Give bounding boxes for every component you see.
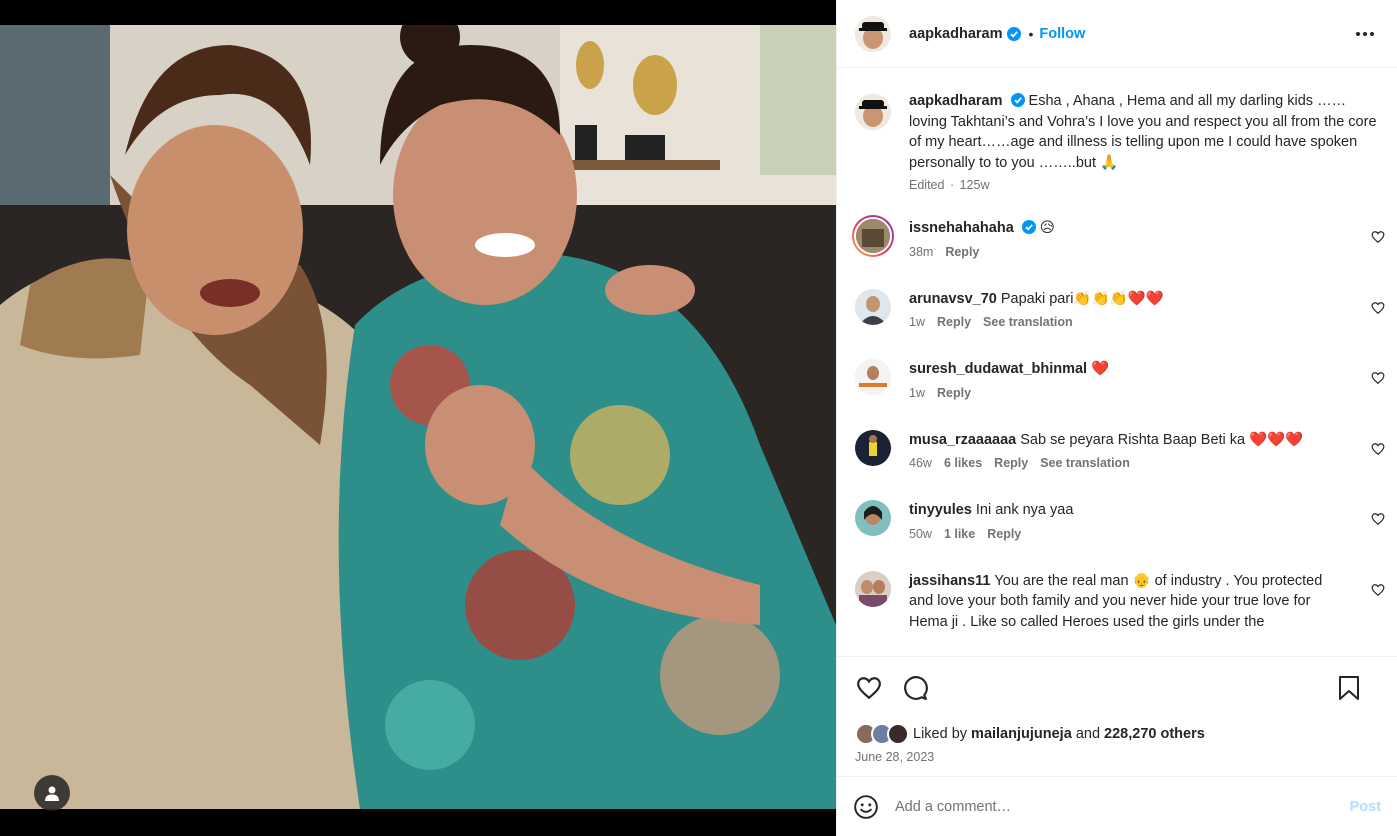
author-avatar[interactable] [855, 15, 891, 52]
post-actions [837, 656, 1397, 718]
header-separator: • [1028, 25, 1034, 42]
author-username[interactable]: aapkadharam [909, 26, 1003, 42]
more-options-icon[interactable] [1353, 22, 1377, 46]
caption-username[interactable]: aapkadharam [909, 93, 1003, 109]
comment-avatar[interactable] [852, 215, 894, 257]
post-media [0, 0, 836, 836]
heart-icon[interactable] [855, 674, 883, 702]
comment-time[interactable]: 50w [909, 527, 932, 541]
comment-avatar[interactable] [855, 288, 891, 325]
comment-text: ❤️ [1091, 361, 1110, 377]
post-comment-button[interactable]: Post [1350, 799, 1381, 815]
reply-button[interactable]: Reply [945, 245, 979, 259]
comment-time[interactable]: 1w [909, 386, 925, 400]
comment-text: Ini ank nya yaa [975, 502, 1074, 518]
comment-username[interactable]: arunavsv_70 [909, 291, 997, 307]
comment-username[interactable]: issnehahahaha [909, 220, 1014, 236]
follow-button[interactable]: Follow [1039, 26, 1085, 42]
post-date[interactable]: June 28, 2023 [837, 750, 1397, 776]
see-translation-button[interactable]: See translation [983, 315, 1073, 329]
reply-button[interactable]: Reply [937, 315, 971, 329]
liker-avatar [887, 723, 909, 745]
comment-username[interactable]: jassihans11 [909, 573, 990, 589]
comment-time[interactable]: 38m [909, 245, 933, 259]
user-tag-icon [45, 786, 59, 801]
bookmark-icon[interactable] [1335, 674, 1363, 702]
reply-button[interactable]: Reply [987, 527, 1021, 541]
caption-avatar[interactable] [855, 94, 891, 130]
comment: musa_rzaaaaaa Sab se peyara Rishta Baap B… [855, 429, 1385, 470]
comment-text: Sab se peyara Rishta Baap Beti ka ❤️❤️❤️ [1020, 431, 1304, 448]
verified-badge-icon [1010, 93, 1025, 107]
comment: arunavsv_70 Papaki pari👏👏👏❤️❤️ 1w Reply See… [855, 288, 1385, 329]
instagram-post-modal: aapkadharam • Follow aapkadharam Esha , … [0, 0, 1397, 836]
comment-avatar[interactable] [855, 570, 891, 607]
liker-avatars[interactable] [855, 723, 909, 745]
comment-time[interactable]: 1w [909, 315, 925, 329]
comment-username[interactable]: musa_rzaaaaaa [909, 432, 1016, 448]
comment: suresh_dudawat_bhinmal ❤️ 1w Reply [855, 359, 1385, 400]
comment-like-heart-icon[interactable] [1371, 301, 1385, 315]
caption-time[interactable]: 125w [960, 178, 990, 192]
comment-like-heart-icon[interactable] [1371, 442, 1385, 456]
liked-by-prefix: Liked by [913, 726, 968, 742]
caption: aapkadharam Esha , Ahana , Hema and all … [855, 93, 1379, 192]
liked-by-user[interactable]: mailanjujuneja [971, 726, 1072, 742]
likes-summary: Liked by mailanjujuneja and 228,270 othe… [837, 718, 1397, 750]
comment-likes-count[interactable]: 6 likes [944, 456, 982, 470]
comment: jassihans11 You are the real man 👴 of ind… [855, 570, 1385, 633]
reply-button[interactable]: Reply [994, 456, 1028, 470]
comment-likes-count[interactable]: 1 like [944, 527, 975, 541]
comment-like-heart-icon[interactable] [1371, 583, 1385, 597]
post-sidebar: aapkadharam • Follow aapkadharam Esha , … [836, 0, 1397, 836]
verified-badge-icon [1006, 26, 1021, 41]
comment-like-heart-icon[interactable] [1371, 371, 1385, 385]
comment-avatar[interactable] [855, 500, 891, 536]
comment-text: Papaki pari👏👏👏❤️❤️ [1000, 290, 1164, 307]
reply-button[interactable]: Reply [937, 386, 971, 400]
comment-icon[interactable] [901, 674, 929, 702]
comment-username[interactable]: tinyyules [909, 502, 972, 518]
comment-like-heart-icon[interactable] [1371, 512, 1385, 526]
caption-meta-separator: · [949, 178, 955, 192]
verified-badge-icon [1021, 220, 1036, 234]
comment-time[interactable]: 46w [909, 456, 932, 470]
comment-avatar[interactable] [855, 429, 891, 466]
comment-text: 😥 [1039, 220, 1055, 236]
user-tag-button[interactable] [34, 775, 70, 811]
comment: issnehahahaha 😥 38m Reply [852, 215, 1385, 259]
post-photo[interactable] [0, 25, 836, 809]
caption-edited: Edited [909, 178, 945, 192]
see-translation-button[interactable]: See translation [1040, 456, 1130, 470]
emoji-icon[interactable] [853, 794, 879, 820]
comment-like-heart-icon[interactable] [1371, 230, 1385, 244]
add-comment-input[interactable] [895, 798, 1350, 815]
liked-by-and: and [1075, 726, 1101, 742]
add-comment-bar: Post [837, 776, 1397, 836]
comment-username[interactable]: suresh_dudawat_bhinmal [909, 361, 1087, 377]
likes-count[interactable]: 228,270 others [1104, 726, 1205, 742]
comments-list[interactable]: aapkadharam Esha , Ahana , Hema and all … [837, 68, 1397, 656]
comment: tinyyules Ini ank nya yaa 50w 1 like Reply [855, 500, 1385, 541]
comment-avatar[interactable] [855, 359, 891, 395]
post-header: aapkadharam • Follow [837, 0, 1397, 68]
